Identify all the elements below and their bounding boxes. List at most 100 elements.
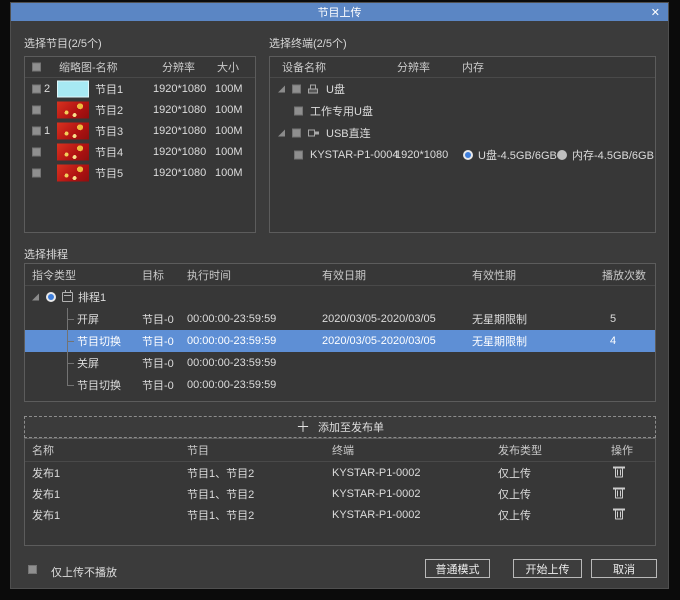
tree-line bbox=[67, 374, 68, 385]
terminal-device-name: KYSTAR-P1-0004 bbox=[310, 149, 398, 161]
program-row[interactable]: 节目2 1920*1080 100M bbox=[25, 99, 255, 120]
schedule-time: 00:00:00-23:59:59 bbox=[187, 379, 276, 391]
program-size: 100M bbox=[215, 83, 243, 95]
terminals-tree-header: 设备名称 分辨率 内存 bbox=[270, 57, 655, 78]
program-name: 节目3 bbox=[95, 123, 123, 139]
terminal-checkbox[interactable] bbox=[294, 107, 303, 116]
delete-icon[interactable] bbox=[615, 489, 623, 498]
schedule-table: 指令类型 目标 执行时间 有效日期 有效性期 播放次数 排程1 开屏 节目-0 … bbox=[24, 263, 656, 402]
terminals-section-label: 选择终端(2/5个) bbox=[269, 35, 347, 51]
memory-storage-radio[interactable] bbox=[557, 150, 567, 160]
schedule-header-date: 有效日期 bbox=[322, 267, 366, 283]
schedule-row[interactable]: 开屏 节目-0 00:00:00-23:59:59 2020/03/05-202… bbox=[25, 308, 655, 330]
program-checkbox[interactable] bbox=[32, 147, 41, 156]
schedule-radio[interactable] bbox=[46, 292, 56, 302]
publish-header-name: 名称 bbox=[32, 442, 54, 458]
program-checkbox[interactable] bbox=[32, 105, 41, 114]
schedule-group-row[interactable]: 排程1 bbox=[25, 286, 655, 308]
schedule-row-selected[interactable]: 节目切换 节目-0 00:00:00-23:59:59 2020/03/05-2… bbox=[25, 330, 655, 352]
program-checkbox[interactable] bbox=[32, 126, 41, 135]
program-resolution: 1920*1080 bbox=[153, 146, 206, 158]
schedule-target: 节目-0 bbox=[142, 355, 174, 371]
expand-icon[interactable] bbox=[278, 86, 285, 93]
delete-icon[interactable] bbox=[615, 510, 623, 519]
terminal-device-resolution: 1920*1080 bbox=[395, 149, 448, 161]
schedule-target: 节目-0 bbox=[142, 333, 174, 349]
publish-programs: 节目1、节目2 bbox=[187, 507, 254, 523]
publish-row: 发布1 节目1、节目2 KYSTAR-P1-0002 仅上传 bbox=[25, 504, 655, 525]
usb-drive-icon bbox=[308, 85, 318, 94]
schedule-type: 节目切换 bbox=[77, 333, 121, 349]
programs-table-header: 缩略图-名称 分辨率 大小 bbox=[25, 57, 255, 78]
terminal-child-row[interactable]: 工作专用U盘 bbox=[270, 100, 655, 122]
calendar-icon bbox=[62, 292, 73, 302]
program-resolution: 1920*1080 bbox=[153, 83, 206, 95]
expand-icon[interactable] bbox=[32, 294, 39, 301]
publish-type: 仅上传 bbox=[498, 465, 531, 481]
program-checkbox[interactable] bbox=[32, 84, 41, 93]
upload-only-checkbox[interactable] bbox=[28, 565, 37, 574]
program-thumbnail bbox=[57, 164, 89, 181]
schedule-row[interactable]: 关屏 节目-0 00:00:00-23:59:59 bbox=[25, 352, 655, 374]
program-row[interactable]: 2 节目1 1920*1080 100M bbox=[25, 78, 255, 99]
terminals-header-device: 设备名称 bbox=[282, 59, 326, 75]
terminal-group-row-usb[interactable]: USB直连 bbox=[270, 122, 655, 144]
publish-terminal: KYSTAR-P1-0002 bbox=[332, 509, 420, 521]
udisk-storage-radio[interactable] bbox=[463, 150, 473, 160]
schedule-type: 关屏 bbox=[77, 355, 99, 371]
terminals-tree: 设备名称 分辨率 内存 U盘 工作专用U盘 USB直连 KYSTAR-P1-00… bbox=[269, 56, 656, 233]
dialog-title: 节目上传 bbox=[318, 4, 362, 20]
terminal-checkbox[interactable] bbox=[294, 151, 303, 160]
publish-header-type: 发布类型 bbox=[498, 442, 542, 458]
delete-icon[interactable] bbox=[615, 468, 623, 477]
schedule-row[interactable]: 节目切换 节目-0 00:00:00-23:59:59 bbox=[25, 374, 655, 396]
publish-table-header: 名称 节目 终端 发布类型 操作 bbox=[25, 439, 655, 462]
publish-table: 名称 节目 终端 发布类型 操作 发布1 节目1、节目2 KYSTAR-P1-0… bbox=[24, 438, 656, 546]
program-name: 节目4 bbox=[95, 144, 123, 160]
program-row[interactable]: 节目5 1920*1080 100M bbox=[25, 162, 255, 183]
cancel-button[interactable]: 取消 bbox=[591, 559, 657, 578]
tree-line bbox=[67, 363, 74, 364]
schedule-header-type: 指令类型 bbox=[32, 267, 76, 283]
publish-programs: 节目1、节目2 bbox=[187, 465, 254, 481]
close-icon[interactable]: ✕ bbox=[651, 3, 660, 21]
tree-line bbox=[67, 341, 74, 342]
program-size: 100M bbox=[215, 167, 243, 179]
program-row[interactable]: 节目4 1920*1080 100M bbox=[25, 141, 255, 162]
publish-programs: 节目1、节目2 bbox=[187, 486, 254, 502]
program-row[interactable]: 1 节目3 1920*1080 100M bbox=[25, 120, 255, 141]
terminal-group-name: USB直连 bbox=[326, 125, 371, 141]
program-resolution: 1920*1080 bbox=[153, 125, 206, 137]
terminal-group-checkbox[interactable] bbox=[292, 129, 301, 138]
normal-mode-button[interactable]: 普通模式 bbox=[425, 559, 490, 578]
select-all-programs-checkbox[interactable] bbox=[32, 63, 41, 72]
tree-line bbox=[67, 319, 74, 320]
program-name: 节目1 bbox=[95, 81, 123, 97]
program-name: 节目2 bbox=[95, 102, 123, 118]
program-thumbnail bbox=[57, 143, 89, 160]
program-thumbnail bbox=[57, 80, 89, 97]
terminals-header-resolution: 分辨率 bbox=[397, 59, 430, 75]
terminal-group-row-udisk[interactable]: U盘 bbox=[270, 78, 655, 100]
programs-header-name: 缩略图-名称 bbox=[59, 59, 118, 75]
add-to-publish-button[interactable]: ＋ 添加至发布单 bbox=[24, 416, 656, 438]
schedule-target: 节目-0 bbox=[142, 311, 174, 327]
schedule-type: 开屏 bbox=[77, 311, 99, 327]
terminal-device-row[interactable]: KYSTAR-P1-0004 1920*1080 U盘-4.5GB/6GB 内存… bbox=[270, 144, 655, 166]
terminal-group-checkbox[interactable] bbox=[292, 85, 301, 94]
schedule-header-target: 目标 bbox=[142, 267, 164, 283]
expand-icon[interactable] bbox=[278, 130, 285, 137]
programs-header-resolution: 分辨率 bbox=[162, 59, 195, 75]
schedule-count: 5 bbox=[610, 313, 616, 325]
schedule-time: 00:00:00-23:59:59 bbox=[187, 335, 276, 347]
schedule-date: 2020/03/05-2020/03/05 bbox=[322, 313, 436, 325]
add-to-publish-label: 添加至发布单 bbox=[318, 419, 384, 435]
publish-terminal: KYSTAR-P1-0002 bbox=[332, 488, 420, 500]
start-upload-button[interactable]: 开始上传 bbox=[513, 559, 582, 578]
dialog-titlebar[interactable]: 节目上传 ✕ bbox=[11, 3, 668, 21]
program-name: 节目5 bbox=[95, 165, 123, 181]
program-checkbox[interactable] bbox=[32, 168, 41, 177]
udisk-storage-label: U盘-4.5GB/6GB bbox=[478, 147, 557, 163]
publish-name: 发布1 bbox=[32, 486, 60, 502]
usb-plug-icon bbox=[308, 129, 319, 138]
